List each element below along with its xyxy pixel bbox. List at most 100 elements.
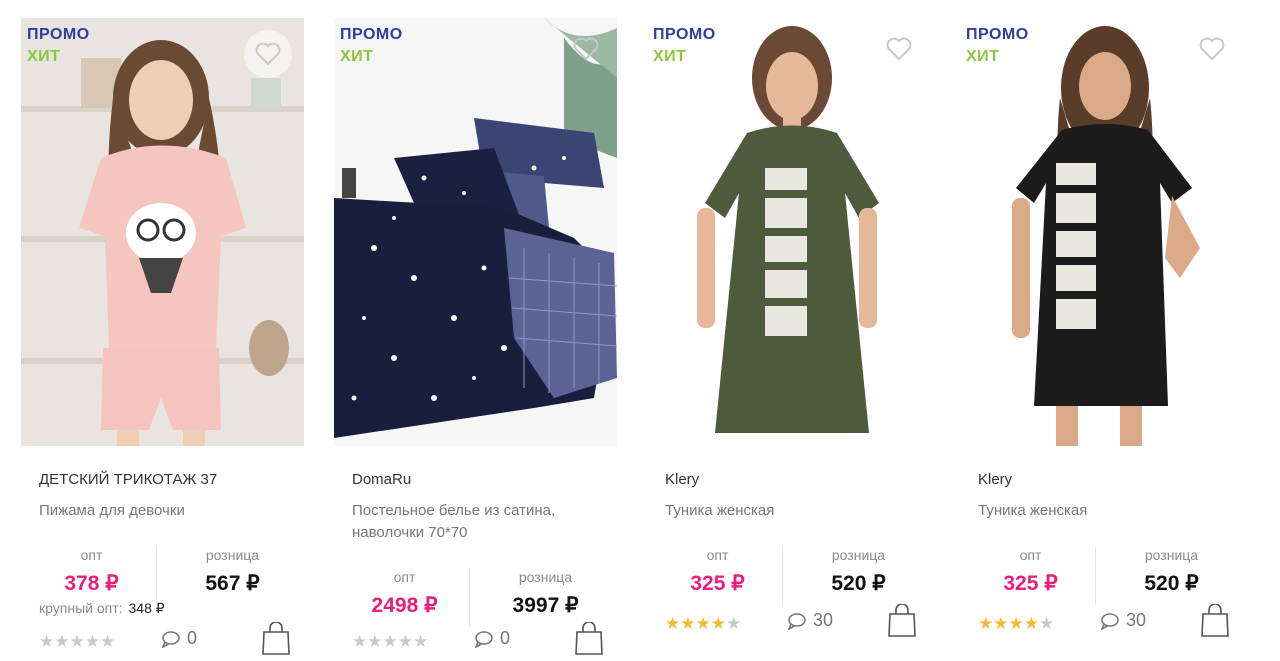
product-title[interactable]: Пижама для девочки xyxy=(39,500,289,522)
product-brand[interactable]: DomaRu xyxy=(352,471,411,488)
star-icon: ★ xyxy=(993,614,1009,633)
product-image-bedding xyxy=(334,18,617,446)
hit-badge: ХИТ xyxy=(340,48,374,65)
star-icon: ★ xyxy=(710,614,726,633)
opt-price-column: опт 325 ₽ xyxy=(647,545,788,596)
product-card[interactable]: ПРОМО ХИТ DomaRu Постельное белье из сат… xyxy=(334,18,617,658)
product-brand[interactable]: Klery xyxy=(665,471,699,488)
retail-price-column: розница 3997 ₽ xyxy=(475,567,616,618)
product-card[interactable]: ПРОМО ХИТ Klery Туника женская опт 325 ₽… xyxy=(960,18,1243,658)
product-image-black-tunic xyxy=(960,18,1243,446)
product-image-pajama xyxy=(21,18,304,446)
retail-label: розница xyxy=(1144,547,1199,563)
star-icon: ★ xyxy=(100,632,116,651)
product-photo[interactable] xyxy=(21,18,304,446)
add-to-cart-button[interactable] xyxy=(261,621,291,656)
product-meta: ★★★★★ 0 xyxy=(39,621,294,660)
star-icon: ★ xyxy=(69,632,85,651)
product-meta: ★★★★★ 30 xyxy=(978,603,1233,642)
shopping-bag-icon xyxy=(575,621,603,655)
favorite-button[interactable] xyxy=(567,30,605,68)
bulk-price-row: крупный опт: 348 ₽ xyxy=(39,600,165,617)
product-brand[interactable]: Klery xyxy=(978,471,1012,488)
opt-price-column: опт 378 ₽ xyxy=(21,545,162,596)
price-block: опт 2498 ₽ розница 3997 ₽ xyxy=(334,567,617,627)
product-photo[interactable] xyxy=(334,18,617,446)
product-photo[interactable] xyxy=(960,18,1243,446)
shopping-bag-icon xyxy=(262,621,290,655)
comments-link[interactable]: 0 xyxy=(474,628,510,649)
comments-count: 0 xyxy=(500,628,511,648)
product-meta: ★★★★★ 0 xyxy=(352,621,607,660)
comments-link[interactable]: 30 xyxy=(1100,610,1146,631)
star-icon: ★ xyxy=(1008,614,1024,633)
opt-price: 325 ₽ xyxy=(1003,572,1058,595)
star-icon: ★ xyxy=(978,614,994,633)
opt-price-column: опт 2498 ₽ xyxy=(334,567,475,618)
add-to-cart-button[interactable] xyxy=(887,603,917,638)
star-icon: ★ xyxy=(39,632,55,651)
product-card[interactable]: ПРОМО ХИТ ДЕТСКИЙ ТРИКОТАЖ 37 Пижама для… xyxy=(21,18,304,658)
comment-icon xyxy=(1100,612,1119,630)
price-divider xyxy=(156,547,157,605)
opt-price: 325 ₽ xyxy=(690,572,745,595)
comment-icon xyxy=(474,630,493,648)
opt-label: опт xyxy=(1019,547,1042,563)
retail-label: розница xyxy=(518,569,573,585)
promo-badge: ПРОМО xyxy=(966,26,1029,43)
opt-price: 378 ₽ xyxy=(64,572,119,595)
star-icon: ★ xyxy=(367,632,383,651)
product-badges: ПРОМО ХИТ xyxy=(340,24,403,68)
rating-stars: ★★★★★ xyxy=(978,614,1054,634)
comments-count: 0 xyxy=(187,628,198,648)
star-icon: ★ xyxy=(665,614,681,633)
bulk-label: крупный опт: xyxy=(39,600,123,616)
product-brand[interactable]: ДЕТСКИЙ ТРИКОТАЖ 37 xyxy=(39,471,217,488)
product-card[interactable]: ПРОМО ХИТ Klery Туника женская опт 325 ₽… xyxy=(647,18,930,658)
hit-badge: ХИТ xyxy=(653,48,687,65)
comments-link[interactable]: 30 xyxy=(787,610,833,631)
favorite-button[interactable] xyxy=(1193,30,1231,68)
add-to-cart-button[interactable] xyxy=(574,621,604,656)
favorite-button[interactable] xyxy=(880,30,918,68)
retail-price: 567 ₽ xyxy=(205,572,260,595)
product-title[interactable]: Туника женская xyxy=(665,500,915,522)
retail-price: 520 ₽ xyxy=(831,572,886,595)
opt-price: 2498 ₽ xyxy=(371,594,438,617)
retail-price-column: розница 520 ₽ xyxy=(1101,545,1242,596)
favorite-button[interactable] xyxy=(244,30,292,78)
opt-price-column: опт 325 ₽ xyxy=(960,545,1101,596)
star-icon: ★ xyxy=(397,632,413,651)
heart-icon xyxy=(1199,37,1225,61)
price-block: опт 378 ₽ розница 567 ₽ xyxy=(21,545,304,605)
add-to-cart-button[interactable] xyxy=(1200,603,1230,638)
product-photo[interactable] xyxy=(647,18,930,446)
retail-label: розница xyxy=(831,547,886,563)
price-divider xyxy=(469,569,470,627)
bulk-price: 348 ₽ xyxy=(128,600,165,616)
opt-label: опт xyxy=(393,569,416,585)
product-badges: ПРОМО ХИТ xyxy=(966,24,1029,68)
star-icon: ★ xyxy=(352,632,368,651)
product-badges: ПРОМО ХИТ xyxy=(653,24,716,68)
comments-link[interactable]: 0 xyxy=(161,628,197,649)
heart-icon xyxy=(573,37,599,61)
promo-badge: ПРОМО xyxy=(27,26,90,43)
shopping-bag-icon xyxy=(888,603,916,637)
product-grid: ПРОМО ХИТ ДЕТСКИЙ ТРИКОТАЖ 37 Пижама для… xyxy=(0,0,1280,655)
retail-price-column: розница 520 ₽ xyxy=(788,545,929,596)
product-title[interactable]: Туника женская xyxy=(978,500,1228,522)
hit-badge: ХИТ xyxy=(27,48,61,65)
shopping-bag-icon xyxy=(1201,603,1229,637)
star-icon: ★ xyxy=(726,614,742,633)
heart-icon xyxy=(255,42,281,66)
comment-icon xyxy=(161,630,180,648)
rating-stars: ★★★★★ xyxy=(39,632,115,652)
star-icon: ★ xyxy=(1023,614,1039,633)
star-icon: ★ xyxy=(84,632,100,651)
rating-stars: ★★★★★ xyxy=(665,614,741,634)
star-icon: ★ xyxy=(680,614,696,633)
star-icon: ★ xyxy=(1039,614,1055,633)
star-icon: ★ xyxy=(382,632,398,651)
product-title[interactable]: Постельное белье из сатина, наволочки 70… xyxy=(352,500,602,544)
